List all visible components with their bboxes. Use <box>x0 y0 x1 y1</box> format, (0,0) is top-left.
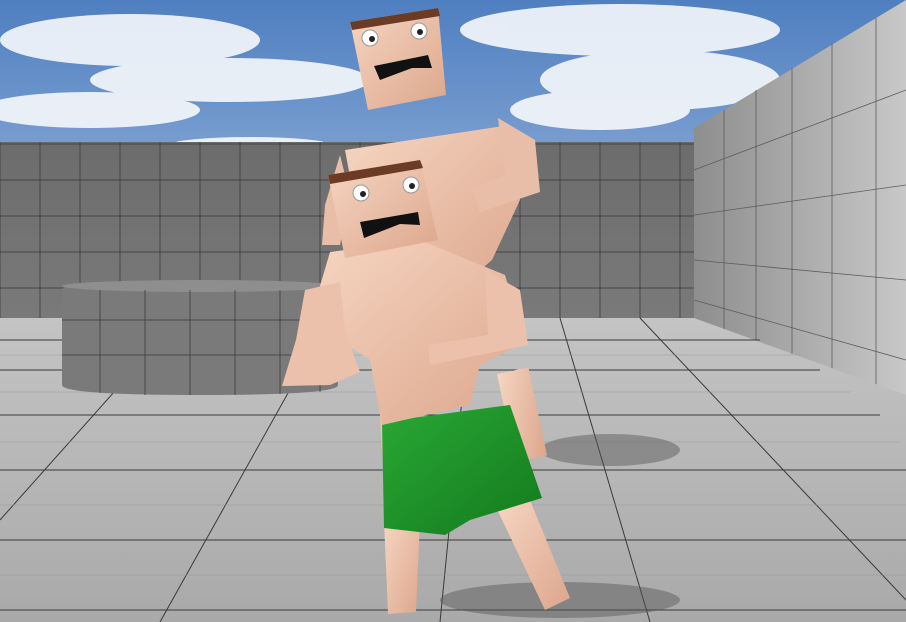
front-character-left-leg <box>384 520 420 614</box>
game-viewport[interactable] <box>0 0 906 622</box>
game-scene[interactable] <box>0 0 906 622</box>
